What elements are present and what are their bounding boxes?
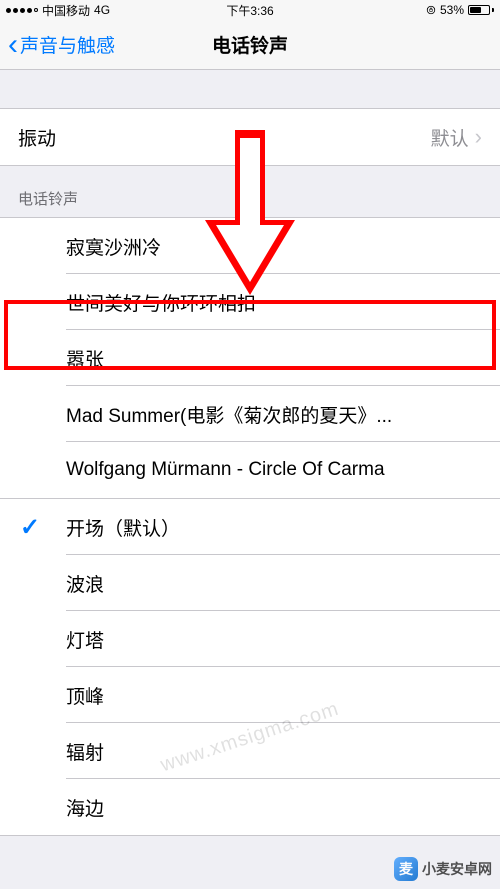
rotation-lock-icon [426, 5, 436, 15]
ringtone-label: 开场（默认） [66, 514, 180, 541]
ringtone-item[interactable]: Mad Summer(电影《菊次郎的夏天》... [0, 386, 500, 442]
carrier-label: 中国移动 [42, 2, 90, 19]
ringtone-label: 顶峰 [66, 682, 104, 709]
nav-bar: ‹ 声音与触感 电话铃声 [0, 20, 500, 70]
custom-tones-group: 寂寞沙洲冷 世间美好与你环环相扣 嚣张 Mad Summer(电影《菊次郎的夏天… [0, 217, 500, 499]
watermark-text: 小麦安卓网 [422, 859, 492, 879]
ringtone-item-selected[interactable]: ✓ 开场（默认） [0, 499, 500, 555]
vibration-value: 默认 [431, 124, 469, 151]
ringtone-item[interactable]: 辐射 [0, 723, 500, 779]
signal-strength-icon [6, 8, 38, 13]
battery-icon [468, 5, 494, 15]
chevron-right-icon: › [475, 124, 482, 150]
ringtone-label: 海边 [66, 794, 104, 821]
vibration-label: 振动 [18, 124, 56, 151]
checkmark-icon: ✓ [20, 513, 40, 542]
ringtone-label: Mad Summer(电影《菊次郎的夏天》... [66, 401, 392, 428]
system-tones-group: ✓ 开场（默认） 波浪 灯塔 顶峰 辐射 海边 [0, 498, 500, 836]
watermark: 麦 小麦安卓网 [394, 857, 492, 881]
ringtone-label: Wolfgang Mürmann - Circle Of Carma [66, 459, 385, 481]
status-time: 下午3:36 [226, 2, 273, 19]
ringtone-item[interactable]: 嚣张 [0, 330, 500, 386]
status-left: 中国移动 4G [6, 2, 110, 19]
back-label: 声音与触感 [20, 31, 115, 58]
battery-pct: 53% [440, 3, 464, 17]
chevron-left-icon: ‹ [8, 30, 18, 60]
vibration-row[interactable]: 振动 默认 › [0, 109, 500, 165]
ringtone-item[interactable]: 寂寞沙洲冷 [0, 218, 500, 274]
ringtone-item[interactable]: 波浪 [0, 555, 500, 611]
network-label: 4G [94, 3, 110, 17]
ringtone-item[interactable]: 世间美好与你环环相扣 [0, 274, 500, 330]
ringtone-item[interactable]: Wolfgang Mürmann - Circle Of Carma [0, 442, 500, 498]
ringtone-label: 波浪 [66, 570, 104, 597]
page-title: 电话铃声 [212, 31, 288, 58]
vibration-group: 振动 默认 › [0, 108, 500, 166]
ringtone-section-header: 电话铃声 [0, 166, 500, 217]
ringtone-item[interactable]: 海边 [0, 779, 500, 835]
watermark-logo-icon: 麦 [394, 857, 418, 881]
ringtone-label: 世间美好与你环环相扣 [66, 289, 256, 316]
back-button[interactable]: ‹ 声音与触感 [8, 30, 115, 60]
ringtone-label: 寂寞沙洲冷 [66, 233, 161, 260]
ringtone-label: 辐射 [66, 738, 104, 765]
ringtone-label: 灯塔 [66, 626, 104, 653]
ringtone-item[interactable]: 灯塔 [0, 611, 500, 667]
ringtone-item[interactable]: 顶峰 [0, 667, 500, 723]
ringtone-label: 嚣张 [66, 345, 104, 372]
status-right: 53% [426, 3, 494, 17]
status-bar: 中国移动 4G 下午3:36 53% [0, 0, 500, 20]
